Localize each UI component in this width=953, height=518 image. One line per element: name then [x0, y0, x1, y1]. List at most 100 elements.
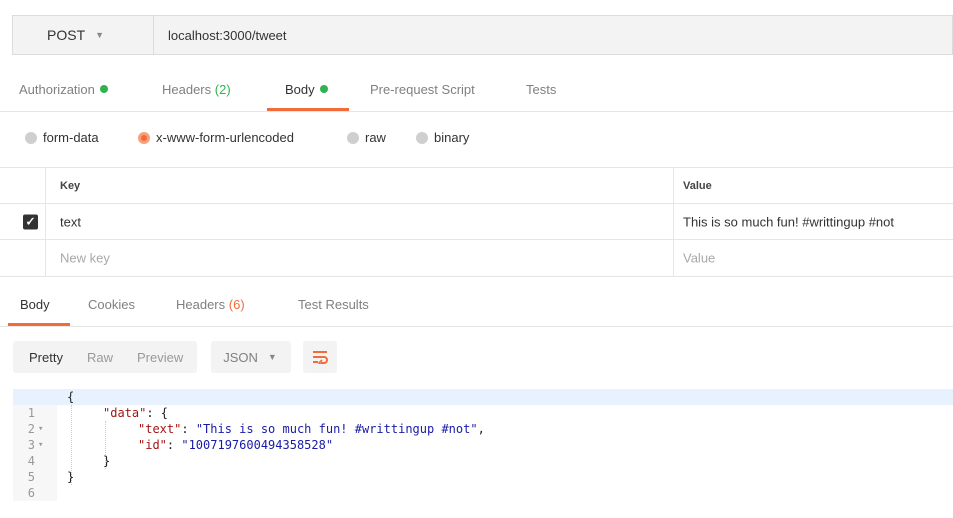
- response-body-editor[interactable]: 1 ▾ { 2 ▾ "data": { 3 "text": "This is s…: [13, 389, 953, 509]
- radio-form-data-label: form-data: [43, 130, 99, 145]
- code-text: "id": "1007197600494358528": [138, 437, 333, 453]
- tab-authorization[interactable]: Authorization: [19, 82, 108, 97]
- code-line: 3 "text": "This is so much fun! #writtin…: [13, 421, 953, 452]
- view-mode-pretty[interactable]: Pretty: [13, 341, 75, 373]
- gutter-cell: 5: [13, 453, 57, 484]
- radio-binary-label: binary: [434, 130, 470, 145]
- gutter-cell: 6: [13, 469, 57, 500]
- tab-body-label: Body: [285, 82, 315, 97]
- radio-form-data[interactable]: form-data: [25, 130, 99, 145]
- url-bar: POST ▼ localhost:3000/tweet: [12, 15, 953, 55]
- headers-count-badge: (2): [214, 82, 231, 97]
- radio-unchecked-icon: [416, 131, 428, 144]
- view-mode-group: Pretty Raw Preview: [13, 341, 198, 373]
- new-value-input[interactable]: Value: [683, 251, 715, 266]
- code-text: {: [67, 390, 75, 404]
- param-value-field[interactable]: This is so much fun! #writtingup #not: [683, 214, 894, 229]
- active-tab-indicator: [8, 323, 70, 326]
- key-column-header: Key: [60, 179, 81, 192]
- tab-pre-request-script-label: Pre-request Script: [370, 82, 475, 97]
- gutter-cell: 2 ▾: [13, 405, 57, 450]
- radio-checked-icon: [138, 131, 150, 144]
- radio-x-www-form-urlencoded-label: x-www-form-urlencoded: [156, 130, 294, 145]
- url-input[interactable]: localhost:3000/tweet: [153, 15, 953, 55]
- active-tab-indicator: [267, 108, 349, 111]
- chevron-down-icon: ▼: [95, 30, 105, 40]
- json-string-value: "This is so much fun! #writtingup #not": [195, 422, 478, 436]
- response-toolbar: Pretty Raw Preview JSON ▼: [13, 341, 338, 373]
- view-mode-preview[interactable]: Preview: [125, 341, 197, 373]
- format-select[interactable]: JSON ▼: [211, 341, 292, 373]
- request-tabs: Authorization Headers (2) Body Pre-reque…: [0, 72, 953, 112]
- table-row: ✓ text This is so much fun! #writtingup …: [0, 204, 953, 240]
- tab-pre-request-script[interactable]: Pre-request Script: [370, 82, 475, 97]
- wrap-lines-icon: [313, 351, 329, 364]
- json-punct: : {: [146, 406, 169, 420]
- params-table: Key Value ✓ text This is so much fun! #w…: [0, 167, 953, 277]
- new-key-input[interactable]: New key: [60, 251, 110, 266]
- radio-unchecked-icon: [347, 131, 359, 144]
- status-dot-icon: [99, 85, 108, 93]
- tab-headers[interactable]: Headers (2): [162, 82, 231, 97]
- gutter-cell: 3: [13, 421, 57, 452]
- table-header-row: Key Value: [0, 168, 953, 204]
- json-punct: ,: [477, 422, 485, 436]
- json-punct: :: [181, 422, 196, 436]
- wrap-lines-button[interactable]: [303, 341, 338, 373]
- new-param-row: New key Value: [0, 240, 953, 277]
- response-tabs: Body Cookies Headers (6) Test Results: [0, 280, 953, 327]
- gutter-cell: 4: [13, 437, 57, 468]
- json-punct: :: [166, 438, 182, 452]
- code-text: "data": {: [103, 405, 168, 421]
- code-line: 6 }: [13, 469, 953, 500]
- code-text: "text": "This is so much fun! #writtingu…: [138, 421, 485, 437]
- tab-authorization-label: Authorization: [19, 82, 95, 97]
- line-number: 6: [27, 486, 35, 500]
- radio-raw-label: raw: [365, 130, 386, 145]
- json-key: "text": [138, 422, 182, 436]
- code-line: 1 ▾ {: [13, 389, 953, 434]
- code-line: 5 }: [13, 453, 953, 484]
- tab-body[interactable]: Body: [285, 82, 328, 97]
- param-key-field[interactable]: text: [60, 214, 81, 229]
- tab-test-results-label: Test Results: [298, 297, 369, 312]
- view-mode-raw[interactable]: Raw: [75, 341, 125, 373]
- code-line: 2 ▾ "data": {: [13, 405, 953, 450]
- tab-headers-label: Headers: [162, 82, 212, 97]
- method-select[interactable]: POST ▼: [12, 15, 153, 55]
- json-key: "id": [138, 438, 167, 452]
- format-label: JSON: [223, 349, 258, 365]
- response-headers-count-badge: (6): [228, 297, 245, 312]
- radio-x-www-form-urlencoded[interactable]: x-www-form-urlencoded: [138, 130, 294, 145]
- chevron-down-icon: ▼: [267, 352, 277, 362]
- tab-cookies[interactable]: Cookies: [88, 297, 135, 312]
- status-dot-icon: [319, 85, 328, 93]
- tab-tests-label: Tests: [526, 82, 557, 97]
- method-label: POST: [47, 27, 86, 43]
- body-mode-selector: form-data x-www-form-urlencoded raw bina…: [0, 113, 953, 161]
- value-column-header-cell: Value: [673, 168, 953, 203]
- radio-raw[interactable]: raw: [347, 130, 386, 145]
- gutter-cell: 1 ▾: [13, 389, 57, 434]
- json-key: "data": [103, 406, 147, 420]
- json-string-value: "1007197600494358528": [181, 438, 334, 452]
- tab-cookies-label: Cookies: [88, 297, 135, 312]
- code-text: }: [67, 470, 75, 484]
- code-line: 4 "id": "1007197600494358528": [13, 437, 953, 468]
- tab-response-body[interactable]: Body: [20, 297, 50, 312]
- radio-binary[interactable]: binary: [416, 130, 469, 145]
- value-column-header: Value: [683, 179, 712, 192]
- tab-test-results[interactable]: Test Results: [298, 297, 369, 312]
- param-value-cell: This is so much fun! #writtingup #not: [673, 204, 953, 239]
- radio-unchecked-icon: [25, 131, 37, 144]
- tab-response-headers-label: Headers: [176, 297, 226, 312]
- row-checkbox-cell: [0, 240, 46, 276]
- tab-tests[interactable]: Tests: [526, 82, 556, 97]
- checkbox-column-header: [0, 168, 46, 203]
- tab-response-body-label: Body: [20, 297, 50, 312]
- checkbox-checked-icon[interactable]: ✓: [23, 214, 38, 229]
- code-text: }: [103, 454, 111, 468]
- tab-response-headers[interactable]: Headers (6): [176, 297, 245, 312]
- new-value-cell: Value: [673, 240, 953, 276]
- row-checkbox-cell: ✓: [0, 204, 46, 239]
